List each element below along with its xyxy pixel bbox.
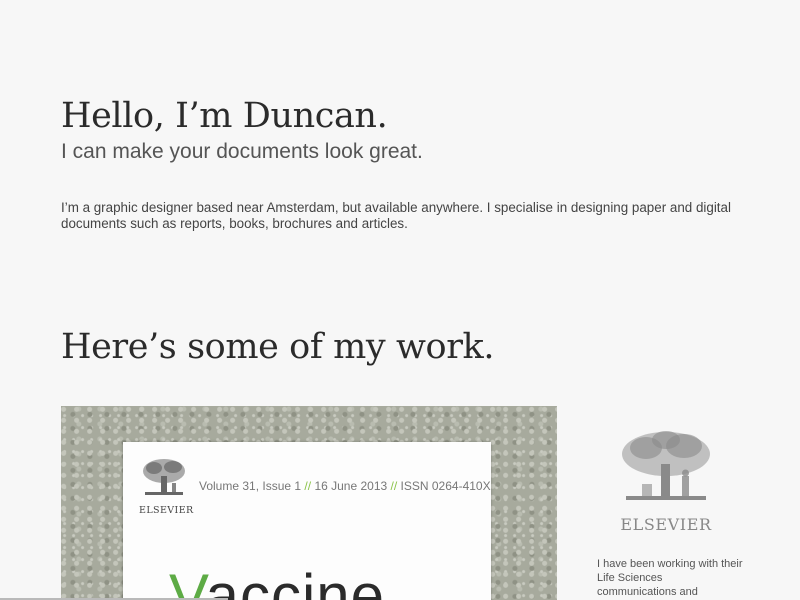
tagline: I can make your documents look great. — [61, 140, 423, 163]
cover-title: Vaccine — [169, 566, 385, 600]
intro-paragraph: I’m a graphic designer based near Amster… — [61, 200, 731, 231]
issue-separator: // — [390, 479, 398, 493]
work-photo-vaccine-cover[interactable]: ELSEVIER Volume 31, Issue 1 // 16 June 2… — [61, 406, 557, 600]
client-description: I have been working with their Life Scie… — [597, 558, 743, 598]
client-logo: ELSEVIER — [616, 428, 716, 534]
issue-volume: Volume 31, Issue 1 — [199, 479, 302, 493]
issue-date: 16 June 2013 — [314, 479, 388, 493]
client-logo-name: ELSEVIER — [620, 515, 712, 534]
journal-cover: ELSEVIER Volume 31, Issue 1 // 16 June 2… — [123, 442, 491, 600]
cover-publisher-logo: ELSEVIER — [139, 456, 194, 516]
elsevier-tree-icon — [622, 431, 710, 500]
greeting-heading: Hello, I’m Duncan. — [61, 96, 388, 136]
cover-title-first-letter: V — [169, 562, 206, 600]
cover-publisher-name: ELSEVIER — [139, 505, 194, 516]
elsevier-tree-icon — [143, 459, 185, 495]
cover-title-rest: accine — [205, 562, 386, 600]
work-heading: Here’s some of my work. — [61, 327, 495, 367]
issue-issn: ISSN 0264-410X — [400, 479, 491, 493]
issue-separator: // — [304, 479, 312, 493]
cover-issue-line: Volume 31, Issue 1 // 16 June 2013 // IS… — [199, 479, 491, 493]
hero-section: Hello, I’m Duncan. I can make your docum… — [61, 94, 741, 231]
